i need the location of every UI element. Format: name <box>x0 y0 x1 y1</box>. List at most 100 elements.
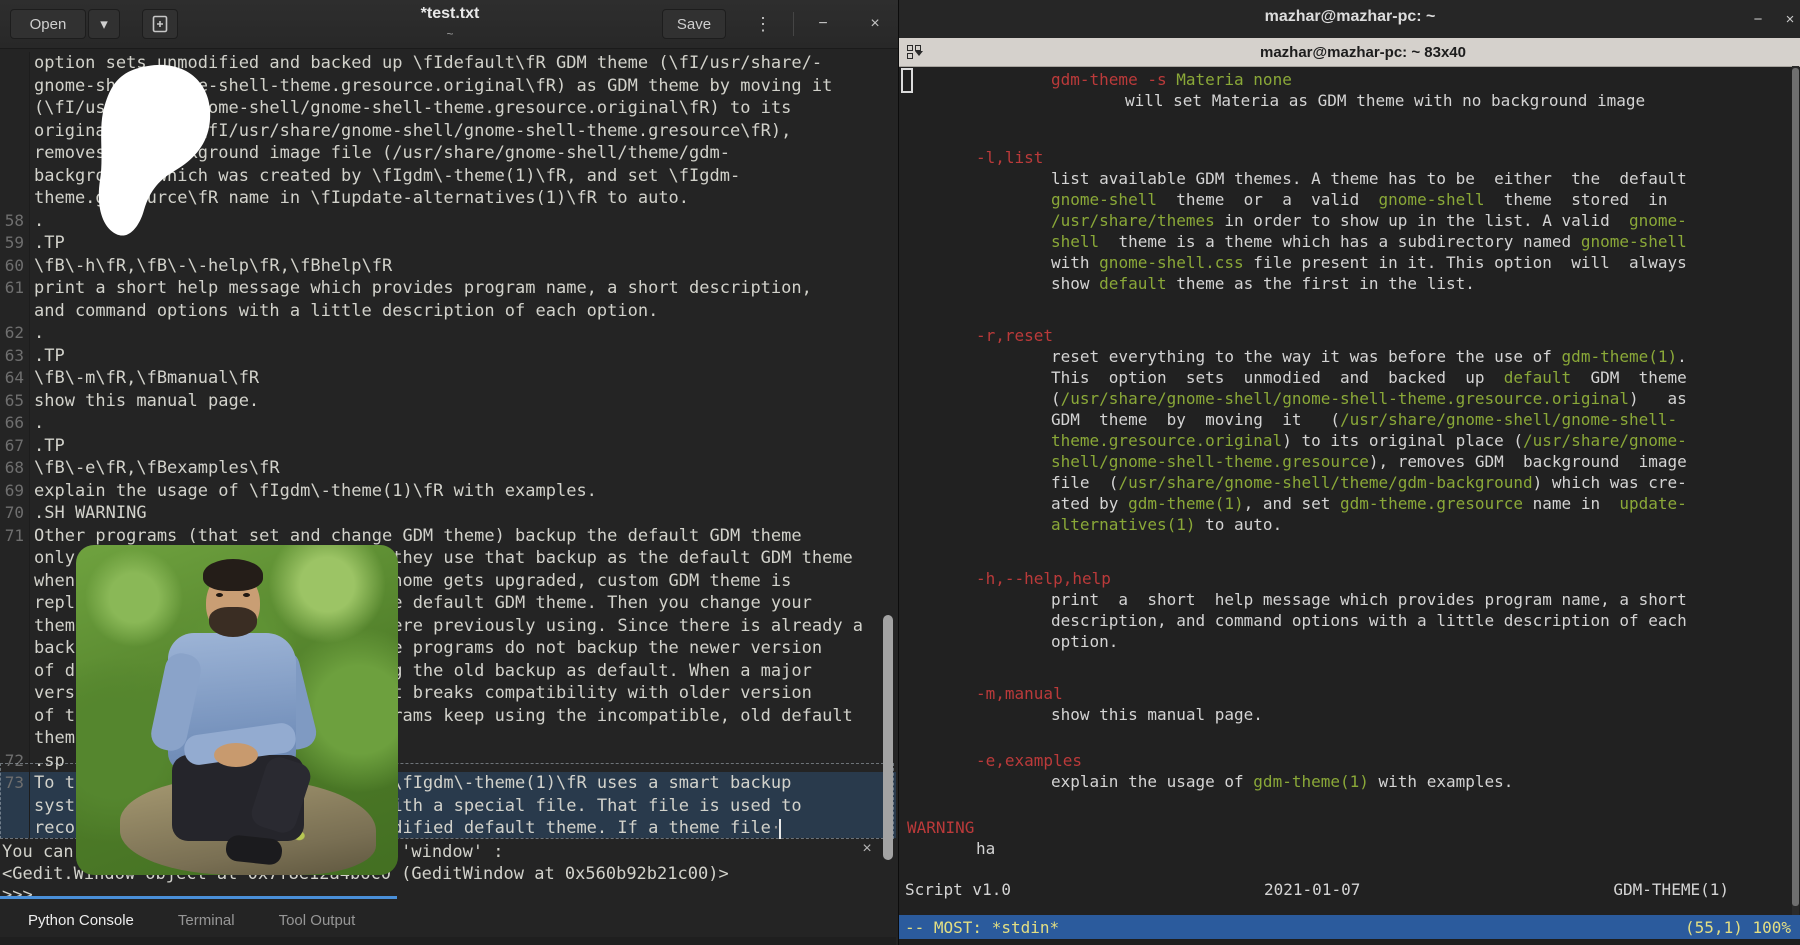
terminal-scrollbar-thumb[interactable] <box>1792 68 1799 906</box>
save-button[interactable]: Save <box>662 9 726 39</box>
line-number: 70 <box>0 502 30 525</box>
editor-line-text: .TP <box>30 345 65 368</box>
editor-line-text: Other programs (that set and change GDM … <box>30 525 802 548</box>
man-text-segment: name in <box>1523 494 1619 513</box>
man-row: list available GDM themes. A theme has t… <box>1051 168 1793 189</box>
new-document-button[interactable] <box>142 9 178 39</box>
man-row: shell theme is a theme which has a subdi… <box>1051 231 1793 252</box>
man-row: description, and command options with a … <box>1051 610 1793 631</box>
bottom-panel-tabs: Python Console Terminal Tool Output <box>0 903 896 937</box>
editor-row: 67.TP <box>0 435 896 458</box>
photo-eyes <box>216 593 250 597</box>
line-number <box>0 187 30 210</box>
terminal-close-button[interactable]: × <box>1777 6 1800 32</box>
man-text-segment: ated by <box>1051 494 1128 513</box>
man-text-segment: with <box>1051 253 1099 272</box>
line-number <box>0 142 30 165</box>
terminal-minimize-button[interactable]: − <box>1745 6 1771 32</box>
new-document-icon <box>152 15 168 33</box>
man-row: print a short help message which provide… <box>1051 589 1793 610</box>
man-row: -r,reset <box>976 325 1793 346</box>
editor-line-text: print a short help message which provide… <box>30 277 812 300</box>
editor-row: 61print a short help message which provi… <box>0 277 896 300</box>
editor-row: 62. <box>0 322 896 345</box>
man-page-footer: Script v1.0 2021-01-07 GDM-THEME(1) <box>905 880 1729 899</box>
man-footer-right: GDM-THEME(1) <box>1613 880 1729 899</box>
man-text-segment: shell/gnome-shell-theme.gresource <box>1051 452 1369 471</box>
line-number <box>0 97 30 120</box>
man-block: -e,examplesexplain the usage of gdm-them… <box>903 750 1793 792</box>
man-text-segment: -e,examples <box>976 751 1082 770</box>
man-text-segment: to auto. <box>1196 515 1283 534</box>
panel-tab-terminal[interactable]: Terminal <box>178 912 235 929</box>
man-text-segment: -m,manual <box>976 684 1063 703</box>
menu-button[interactable]: ⋮ <box>748 9 778 39</box>
panel-tab-python-console[interactable]: Python Console <box>28 912 134 929</box>
man-text-segment: -l,list <box>976 148 1043 167</box>
close-icon: × <box>870 15 879 33</box>
line-number: 60 <box>0 255 30 278</box>
photo-hands <box>214 743 258 767</box>
man-text-segment: explain the usage of <box>1051 772 1253 791</box>
man-block: gdm-theme -s Materia nonewill set Materi… <box>903 69 1793 111</box>
man-text-segment: in order to show up in the list. A valid <box>1215 211 1629 230</box>
most-status-left: -- MOST: *stdin* <box>905 918 1059 937</box>
man-text-segment: /usr/share/gnome-shell/theme/gdm-backgro… <box>1118 473 1532 492</box>
man-text-segment: /usr/share/gnome-shell/gnome-shell-theme… <box>1061 389 1629 408</box>
line-number: 63 <box>0 345 30 368</box>
line-number <box>0 165 30 188</box>
gedit-close-button[interactable]: × <box>860 9 890 39</box>
man-text-segment: show this manual page. <box>1051 705 1263 724</box>
man-row: This option sets unmodied and backed up … <box>1051 367 1793 388</box>
gedit-minimize-button[interactable]: − <box>808 9 838 39</box>
photo-beard <box>209 607 257 637</box>
line-number <box>0 615 30 638</box>
line-number <box>0 705 30 728</box>
man-row: WARNING <box>907 817 1793 838</box>
man-text-segment: gdm-theme.gresource <box>1340 494 1523 513</box>
man-row: will set Materia as GDM theme with no ba… <box>1125 90 1793 111</box>
editor-line-text: . <box>30 412 44 435</box>
open-dropdown-button[interactable]: ▾ <box>88 9 120 39</box>
line-number <box>0 727 30 750</box>
panel-close-button[interactable]: × <box>856 838 878 860</box>
man-text-segment: /usr/share/gnome- <box>1523 431 1687 450</box>
line-number: 69 <box>0 480 30 503</box>
man-row: shell/gnome-shell-theme.gresource), remo… <box>1051 451 1793 472</box>
man-text-segment: default <box>1504 368 1571 387</box>
line-number <box>0 547 30 570</box>
editor-line-text: explain the usage of \fIgdm\-theme(1)\fR… <box>30 480 597 503</box>
man-row: explain the usage of gdm-theme(1) with e… <box>1051 771 1793 792</box>
panel-accent-line <box>0 896 397 899</box>
man-text-segment: update- <box>1619 494 1686 513</box>
man-text-segment: shell <box>1051 232 1099 251</box>
man-text-segment: gnome-shell <box>1379 190 1485 209</box>
caret-down-icon: ▾ <box>100 15 108 33</box>
man-text-segment: /usr/share/gnome-shell/gnome-shell- <box>1340 410 1677 429</box>
panel-tab-tool-output[interactable]: Tool Output <box>279 912 356 929</box>
man-text-segment: theme or a valid <box>1157 190 1379 209</box>
man-block: WARNINGha <box>903 817 1793 859</box>
terminal-tab-title: mazhar@mazhar-pc: ~ 83x40 <box>925 44 1800 61</box>
editor-row: 71Other programs (that set and change GD… <box>0 525 896 548</box>
line-number: 59 <box>0 232 30 255</box>
terminal-screen[interactable]: gdm-theme -s Materia nonewill set Materi… <box>899 66 1800 915</box>
man-row: reset everything to the way it was befor… <box>1051 346 1793 367</box>
man-text-segment: GDM theme by moving it ( <box>1051 410 1340 429</box>
man-text-segment: ( <box>1051 389 1061 408</box>
man-text-segment: , and set <box>1244 494 1340 513</box>
terminal-tabbar[interactable]: mazhar@mazhar-pc: ~ 83x40 <box>899 38 1800 67</box>
line-number <box>0 592 30 615</box>
most-status-right: (55,1) 100% <box>1685 918 1791 937</box>
minimize-icon: − <box>1754 11 1763 28</box>
editor-scrollbar[interactable] <box>883 615 893 860</box>
man-text-segment: gdm-theme -s <box>1051 70 1176 89</box>
man-text-segment: . <box>1677 347 1687 366</box>
man-text-segment: ), removes GDM background image <box>1369 452 1687 471</box>
gedit-window: Open ▾ *test.txt ~ Save ⋮ − × option set… <box>0 0 900 945</box>
open-button[interactable]: Open <box>10 9 86 39</box>
man-text-segment: will set Materia as GDM theme with no ba… <box>1125 91 1645 110</box>
document-path: ~ <box>300 27 600 41</box>
man-text-segment: theme as the first in the list. <box>1167 274 1475 293</box>
man-text-segment: ) which was cre- <box>1533 473 1687 492</box>
